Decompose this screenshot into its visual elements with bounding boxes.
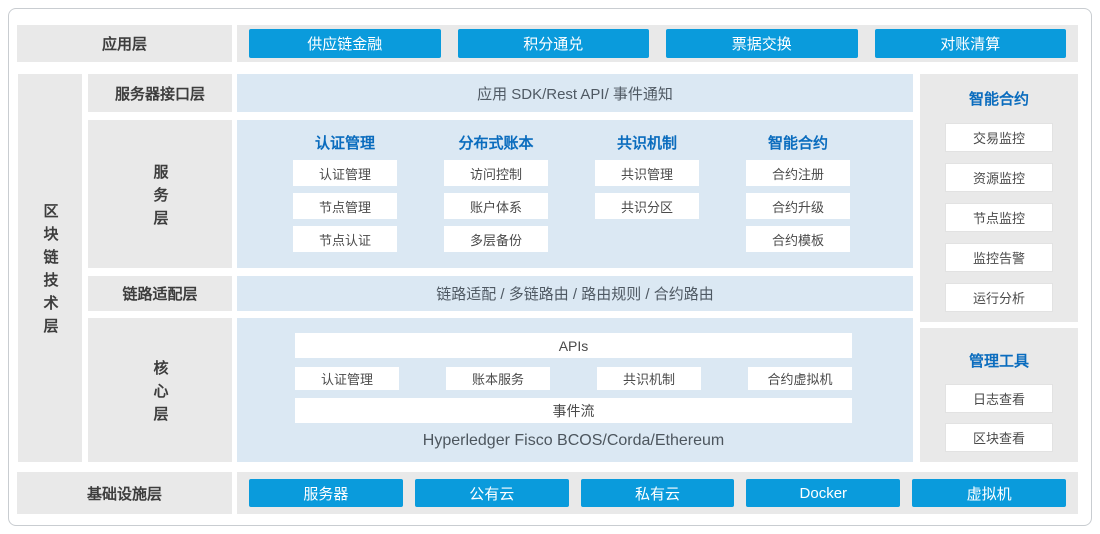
core-layer-inner: APIs 认证管理 账本服务 共识机制 合约虚拟机 事件流 Hyperledge… <box>295 318 852 450</box>
service-layer-grid: 认证管理 认证管理 节点管理 节点认证 分布式账本 访问控制 账户体系 多层备份… <box>293 120 850 252</box>
infra-layer-strip: 服务器 公有云 私有云 Docker 虚拟机 <box>237 472 1078 514</box>
service-column-auth: 认证管理 认证管理 节点管理 节点认证 <box>293 120 397 252</box>
tools-panel-title: 管理工具 <box>920 352 1078 372</box>
service-column-title: 共识机制 <box>595 131 699 153</box>
service-column-title: 认证管理 <box>293 131 397 153</box>
event-stream-bar: 事件流 <box>295 398 852 423</box>
core-layer-label: 核心层 <box>153 352 168 429</box>
monitor-item[interactable]: 节点监控 <box>945 203 1053 232</box>
infra-button-public-cloud[interactable]: 公有云 <box>415 479 569 507</box>
app-button-reconciliation[interactable]: 对账清算 <box>875 29 1067 58</box>
service-layer-label: 服务层 <box>153 156 168 233</box>
service-item[interactable]: 账户体系 <box>444 193 548 219</box>
monitor-panel-title: 智能合约 <box>920 90 1078 110</box>
interface-layer-label: 服务器接口层 <box>88 74 232 112</box>
service-column-ledger: 分布式账本 访问控制 账户体系 多层备份 <box>444 120 548 252</box>
infra-layer-label: 基础设施层 <box>17 472 232 514</box>
monitor-item[interactable]: 监控告警 <box>945 243 1053 272</box>
service-layer-panel: 认证管理 认证管理 节点管理 节点认证 分布式账本 访问控制 账户体系 多层备份… <box>237 120 913 268</box>
adapter-layer-label: 链路适配层 <box>88 276 232 311</box>
service-column-consensus: 共识机制 共识管理 共识分区 <box>595 120 699 252</box>
service-item[interactable]: 合约注册 <box>746 160 850 186</box>
apis-bar: APIs <box>295 333 852 358</box>
tools-item[interactable]: 日志查看 <box>945 384 1053 413</box>
service-item[interactable]: 访问控制 <box>444 160 548 186</box>
service-column-title: 分布式账本 <box>444 131 548 153</box>
service-item[interactable]: 节点管理 <box>293 193 397 219</box>
app-button-points-exchange[interactable]: 积分通兑 <box>458 29 650 58</box>
service-item[interactable]: 节点认证 <box>293 226 397 252</box>
app-button-supply-chain-finance[interactable]: 供应链金融 <box>249 29 441 58</box>
core-module[interactable]: 账本服务 <box>446 367 550 390</box>
core-module[interactable]: 共识机制 <box>597 367 701 390</box>
core-layer-panel: APIs 认证管理 账本服务 共识机制 合约虚拟机 事件流 Hyperledge… <box>237 318 913 462</box>
app-button-bill-exchange[interactable]: 票据交换 <box>666 29 858 58</box>
service-item[interactable]: 合约升级 <box>746 193 850 219</box>
monitor-panel: 智能合约 交易监控 资源监控 节点监控 监控告警 运行分析 <box>920 74 1078 322</box>
monitor-item[interactable]: 运行分析 <box>945 283 1053 312</box>
core-platforms-text: Hyperledger Fisco BCOS/Corda/Ethereum <box>295 432 852 450</box>
core-module[interactable]: 认证管理 <box>295 367 399 390</box>
core-module[interactable]: 合约虚拟机 <box>748 367 852 390</box>
architecture-diagram: 应用层 供应链金融 积分通兑 票据交换 对账清算 区块链技术层 服务器接口层 服… <box>0 0 1100 534</box>
tech-layer-label: 区块链技术层 <box>43 195 58 341</box>
core-layer-label-box: 核心层 <box>88 318 232 462</box>
service-column-title: 智能合约 <box>746 131 850 153</box>
tools-item[interactable]: 区块查看 <box>945 423 1053 452</box>
service-item[interactable]: 认证管理 <box>293 160 397 186</box>
tech-layer-bar: 区块链技术层 <box>18 74 82 462</box>
adapter-layer-bar: 链路适配 / 多链路由 / 路由规则 / 合约路由 <box>237 276 913 311</box>
service-item[interactable]: 多层备份 <box>444 226 548 252</box>
app-layer-strip: 供应链金融 积分通兑 票据交换 对账清算 <box>237 25 1078 62</box>
infra-button-server[interactable]: 服务器 <box>249 479 403 507</box>
service-column-smart-contract: 智能合约 合约注册 合约升级 合约模板 <box>746 120 850 252</box>
interface-layer-bar: 应用 SDK/Rest API/ 事件通知 <box>237 74 913 112</box>
infra-button-docker[interactable]: Docker <box>746 479 900 507</box>
infra-button-vm[interactable]: 虚拟机 <box>912 479 1066 507</box>
service-item[interactable]: 合约模板 <box>746 226 850 252</box>
tools-panel: 管理工具 日志查看 区块查看 <box>920 328 1078 462</box>
app-layer-label: 应用层 <box>17 25 232 62</box>
service-layer-label-box: 服务层 <box>88 120 232 268</box>
service-item[interactable]: 共识管理 <box>595 160 699 186</box>
monitor-item[interactable]: 交易监控 <box>945 123 1053 152</box>
core-modules-row: 认证管理 账本服务 共识机制 合约虚拟机 <box>295 367 852 390</box>
service-item[interactable]: 共识分区 <box>595 193 699 219</box>
infra-button-private-cloud[interactable]: 私有云 <box>581 479 735 507</box>
monitor-item[interactable]: 资源监控 <box>945 163 1053 192</box>
